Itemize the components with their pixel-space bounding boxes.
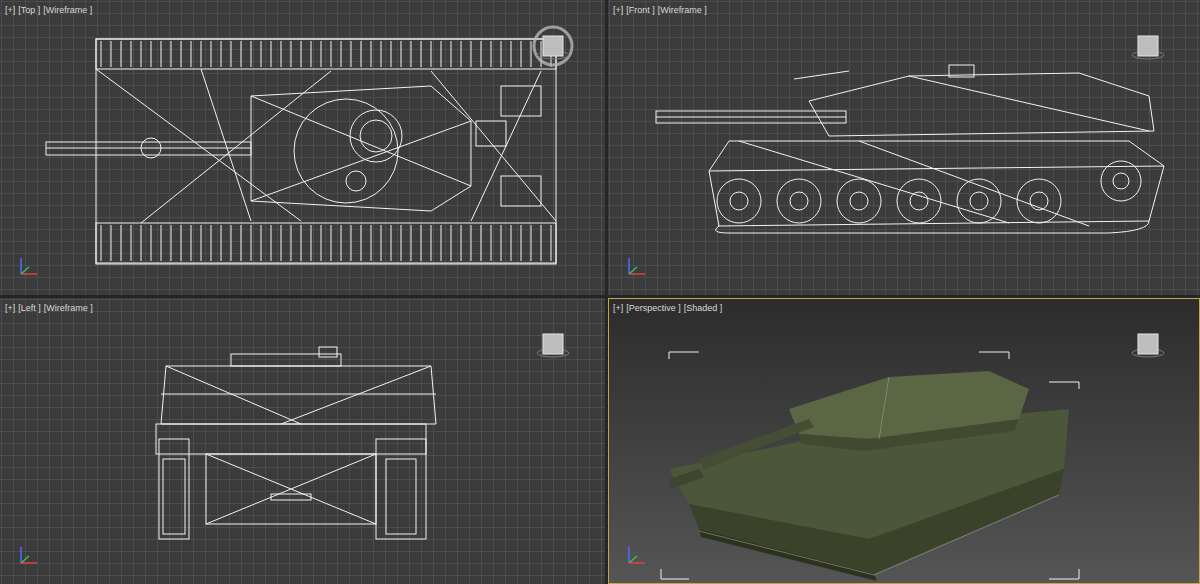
axis-gizmo-icon [623,543,649,569]
viewport-menu[interactable]: [Perspective ] [626,302,681,314]
viewport[interactable]: [+][Front ][Wireframe ] [608,0,1200,295]
viewport-menu[interactable]: [+] [5,302,15,314]
axis-gizmo-icon [623,254,649,280]
viewport-menu[interactable]: [+] [613,4,623,16]
axis-gizmo-icon [15,543,41,569]
tank-front-wireframe [1,299,605,584]
viewport-label[interactable]: [+][Left ][Wireframe ] [5,302,93,314]
viewcube-icon[interactable] [530,23,576,69]
viewport-menu[interactable]: [Wireframe ] [43,4,92,16]
tank-shaded [609,299,1200,584]
viewport[interactable]: [+][Top ][Wireframe ] [0,0,605,295]
viewcube-icon[interactable] [1125,321,1171,367]
viewport-layout: [+][Top ][Wireframe ][+][Front ][Wirefra… [0,0,1200,584]
tank-side-wireframe [609,1,1200,293]
viewport-menu[interactable]: [Top ] [18,4,40,16]
viewport-menu[interactable]: [Shaded ] [684,302,723,314]
viewport-label[interactable]: [+][Top ][Wireframe ] [5,4,92,16]
viewport-menu[interactable]: [Wireframe ] [44,302,93,314]
viewcube-icon[interactable] [530,321,576,367]
viewport-menu[interactable]: [Left ] [18,302,41,314]
viewport-menu[interactable]: [Front ] [626,4,655,16]
viewport-label[interactable]: [+][Perspective ][Shaded ] [613,302,722,314]
viewport-menu[interactable]: [Wireframe ] [658,4,707,16]
viewport[interactable]: [+][Perspective ][Shaded ] [608,298,1200,584]
viewport-menu[interactable]: [+] [613,302,623,314]
axis-gizmo-icon [15,254,41,280]
tank-top-wireframe [1,1,605,293]
viewport[interactable]: [+][Left ][Wireframe ] [0,298,605,584]
viewport-menu[interactable]: [+] [5,4,15,16]
viewcube-icon[interactable] [1125,23,1171,69]
viewport-label[interactable]: [+][Front ][Wireframe ] [613,4,707,16]
